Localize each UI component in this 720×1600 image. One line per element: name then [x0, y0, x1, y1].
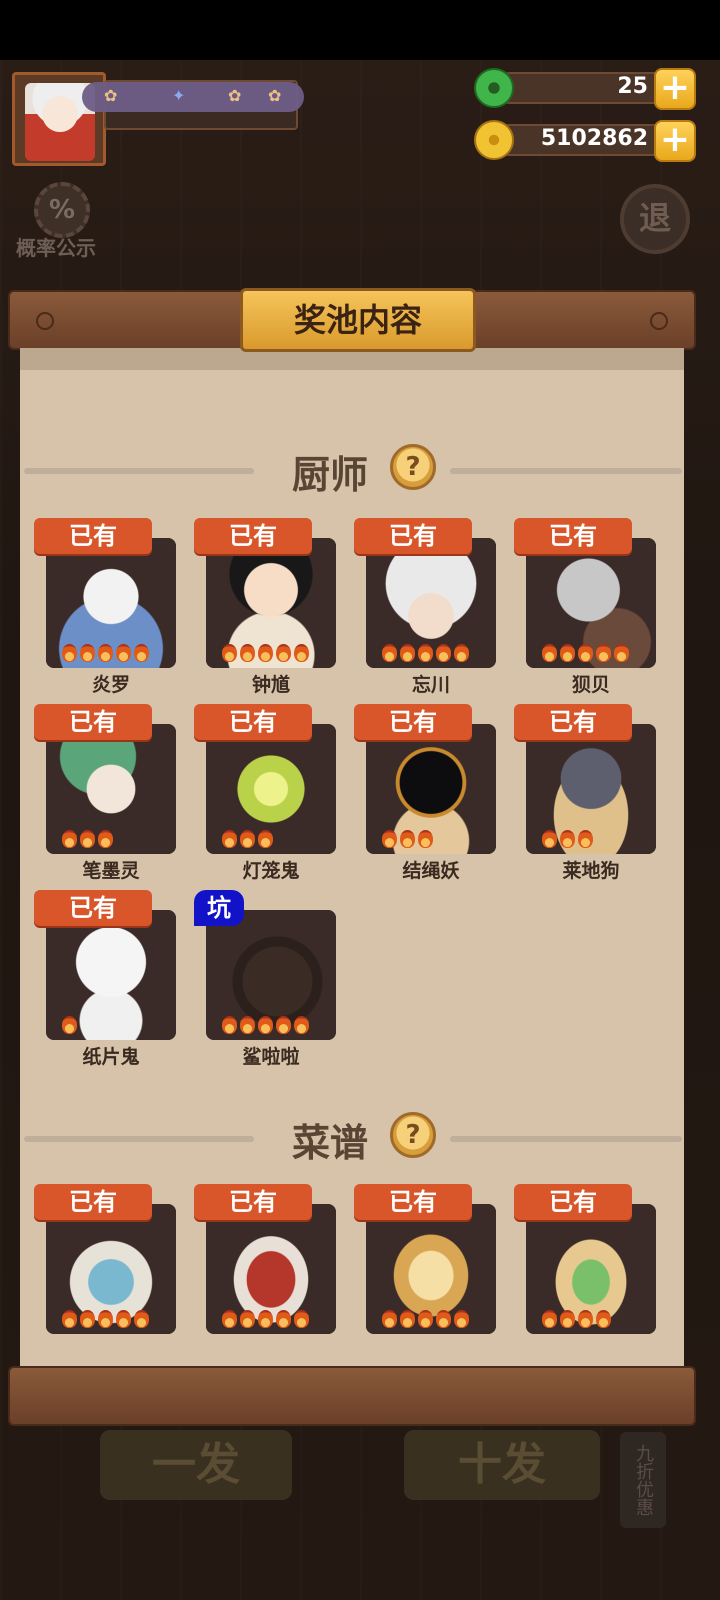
chef-name: 钟馗 — [251, 674, 290, 696]
rarity-flames — [222, 830, 273, 852]
owned-tag: 已有 — [34, 518, 152, 554]
card-frame — [46, 724, 176, 854]
rarity-flames — [62, 830, 113, 852]
chef-card[interactable]: 已有 纸片鬼 — [34, 890, 176, 1068]
probability-label[interactable]: 概率公示 — [16, 232, 96, 261]
exit-button[interactable]: 退 — [620, 184, 690, 254]
chef-card[interactable]: 已有 钟馗 — [194, 518, 336, 696]
prize-pool-panel[interactable]: 厨师 ? 已有 炎罗 已有 钟馗 已有 忘川 已有 狈贝 已有 笔墨灵 已有 灯… — [20, 348, 684, 1368]
jade-value: 25 — [617, 74, 648, 99]
card-frame — [206, 1204, 336, 1334]
status-bar-area — [0, 0, 720, 60]
chef-card[interactable]: 已有 炎罗 — [34, 518, 176, 696]
recipe-section-title: 菜谱 — [292, 1121, 369, 1165]
chef-card[interactable]: 已有 笔墨灵 — [34, 704, 176, 882]
recipe-card[interactable]: 已有 — [34, 1184, 176, 1352]
ten-draw-button[interactable]: 十发 — [404, 1430, 600, 1500]
card-frame — [206, 724, 336, 854]
owned-tag: 已有 — [514, 518, 632, 554]
chef-name: 炎罗 — [91, 674, 130, 696]
section-divider — [24, 1136, 254, 1142]
owned-tag: 已有 — [354, 518, 472, 554]
chef-name: 灯笼鬼 — [242, 860, 300, 882]
chef-card[interactable]: 已有 结绳妖 — [354, 704, 496, 882]
coin-currency: 5102862 + — [474, 120, 700, 162]
card-frame — [526, 724, 656, 854]
owned-tag: 已有 — [514, 1184, 632, 1220]
card-frame — [46, 910, 176, 1040]
card-frame — [46, 538, 176, 668]
chef-name: 结绳妖 — [402, 860, 460, 882]
add-coin-button[interactable]: + — [654, 120, 696, 162]
chef-card[interactable]: 已有 狈贝 — [514, 518, 656, 696]
panel-bottom-rail — [8, 1366, 696, 1426]
section-divider — [450, 468, 682, 474]
chef-card[interactable]: 已有 灯笼鬼 — [194, 704, 336, 882]
flower-icon: ✿ — [104, 86, 118, 105]
rarity-flames — [542, 644, 629, 666]
card-frame — [526, 1204, 656, 1334]
owned-tag: 已有 — [194, 518, 312, 554]
flower-icon: ✿ — [228, 86, 242, 105]
chef-name: 笔墨灵 — [82, 860, 140, 882]
rarity-flames — [382, 644, 469, 666]
jade-icon — [474, 68, 514, 108]
owned-tag: 已有 — [34, 1184, 152, 1220]
rarity-flames — [382, 830, 433, 852]
owned-tag: 已有 — [34, 890, 152, 926]
rarity-flames — [222, 644, 309, 666]
section-divider — [450, 1136, 682, 1142]
rarity-flames — [382, 1310, 469, 1332]
section-divider — [24, 468, 254, 474]
coin-icon — [474, 120, 514, 160]
rarity-flames — [62, 644, 149, 666]
bird-icon: ✦ — [172, 86, 186, 105]
recipe-card[interactable]: 已有 — [514, 1184, 656, 1352]
rarity-flames — [222, 1016, 309, 1038]
recipe-help-icon[interactable]: ? — [390, 1112, 436, 1158]
add-jade-button[interactable]: + — [654, 68, 696, 110]
owned-tag: 已有 — [34, 704, 152, 740]
coin-value: 5102862 — [540, 126, 648, 151]
chef-name: 忘川 — [411, 674, 450, 696]
chef-name: 鲨啦啦 — [242, 1046, 300, 1068]
single-draw-button[interactable]: 一发 — [100, 1430, 292, 1500]
rarity-flames — [62, 1310, 149, 1332]
rivet-icon — [36, 312, 54, 330]
card-frame — [206, 538, 336, 668]
owned-tag: 已有 — [354, 704, 472, 740]
probability-icon[interactable]: % — [34, 182, 90, 238]
card-frame — [366, 724, 496, 854]
card-frame — [46, 1204, 176, 1334]
discount-label: 九折优惠 — [620, 1432, 666, 1528]
card-frame — [206, 910, 336, 1040]
pit-tag: 坑 — [194, 890, 244, 926]
recipe-card[interactable]: 已有 — [354, 1184, 496, 1352]
rarity-flames — [222, 1310, 309, 1332]
chef-name: 纸片鬼 — [82, 1046, 140, 1068]
owned-tag: 已有 — [514, 704, 632, 740]
chef-section-title: 厨师 — [292, 453, 369, 497]
chef-card[interactable]: 坑 鲨啦啦 — [194, 890, 336, 1068]
card-frame — [526, 538, 656, 668]
owned-tag: 已有 — [354, 1184, 472, 1220]
chef-name: 莱地狗 — [562, 860, 620, 882]
rarity-flames — [542, 830, 593, 852]
chef-name: 狈贝 — [571, 674, 610, 696]
chef-help-icon[interactable]: ? — [390, 444, 436, 490]
owned-tag: 已有 — [194, 704, 312, 740]
rivet-icon — [650, 312, 668, 330]
rarity-flames — [62, 1016, 77, 1038]
panel-title: 奖池内容 — [240, 288, 476, 352]
flower-icon: ✿ — [268, 86, 282, 105]
owned-tag: 已有 — [194, 1184, 312, 1220]
rarity-flames — [542, 1310, 611, 1332]
recipe-card[interactable]: 已有 — [194, 1184, 336, 1352]
card-frame — [366, 1204, 496, 1334]
chef-card[interactable]: 已有 莱地狗 — [514, 704, 656, 882]
player-name-obscured: ✿ ✦ ✿ ✿ — [82, 82, 304, 112]
card-frame — [366, 538, 496, 668]
jade-currency: 25 + — [474, 68, 700, 110]
chef-card[interactable]: 已有 忘川 — [354, 518, 496, 696]
